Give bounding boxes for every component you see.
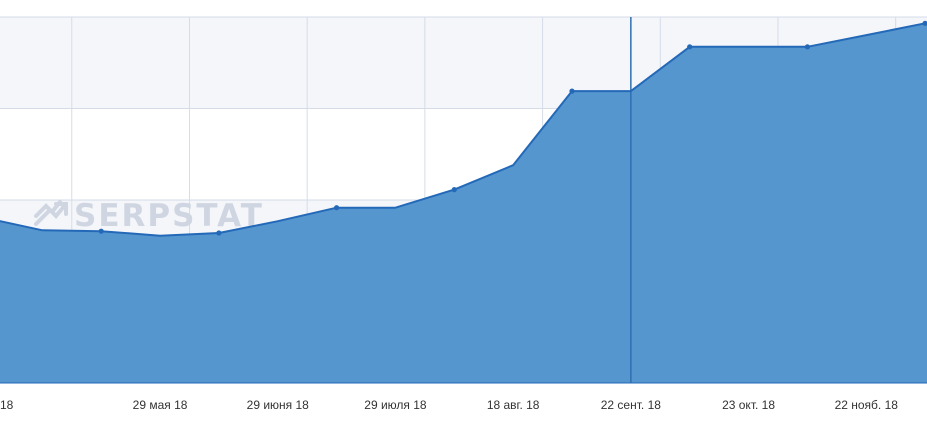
x-tick-label: 29 июля 18 — [364, 398, 427, 412]
data-point[interactable] — [98, 228, 104, 234]
x-tick-label: 18 — [0, 398, 14, 412]
data-point[interactable] — [451, 187, 457, 193]
x-axis-ticks: 18 29 мая 18 29 июня 18 29 июля 18 18 авг. 1… — [0, 398, 899, 412]
serpstat-watermark: SERPSTAT — [74, 198, 264, 234]
x-tick-label: 22 нояб. 18 — [835, 398, 899, 412]
x-tick-label: 22 сент. 18 — [601, 398, 661, 412]
data-point[interactable] — [216, 230, 222, 236]
data-point[interactable] — [334, 205, 340, 211]
data-point[interactable] — [804, 44, 811, 50]
data-point[interactable] — [687, 44, 693, 50]
x-tick-label: 18 авг. 18 — [487, 398, 540, 412]
chart-area: SERPSTAT 18 29 мая 18 29 июня 18 29 июля 18… — [0, 16, 927, 412]
x-tick-label: 29 мая 18 — [133, 398, 188, 412]
x-tick-label: 23 окт. 18 — [722, 398, 775, 412]
data-point[interactable] — [569, 88, 575, 94]
x-tick-label: 29 июня 18 — [247, 398, 310, 412]
